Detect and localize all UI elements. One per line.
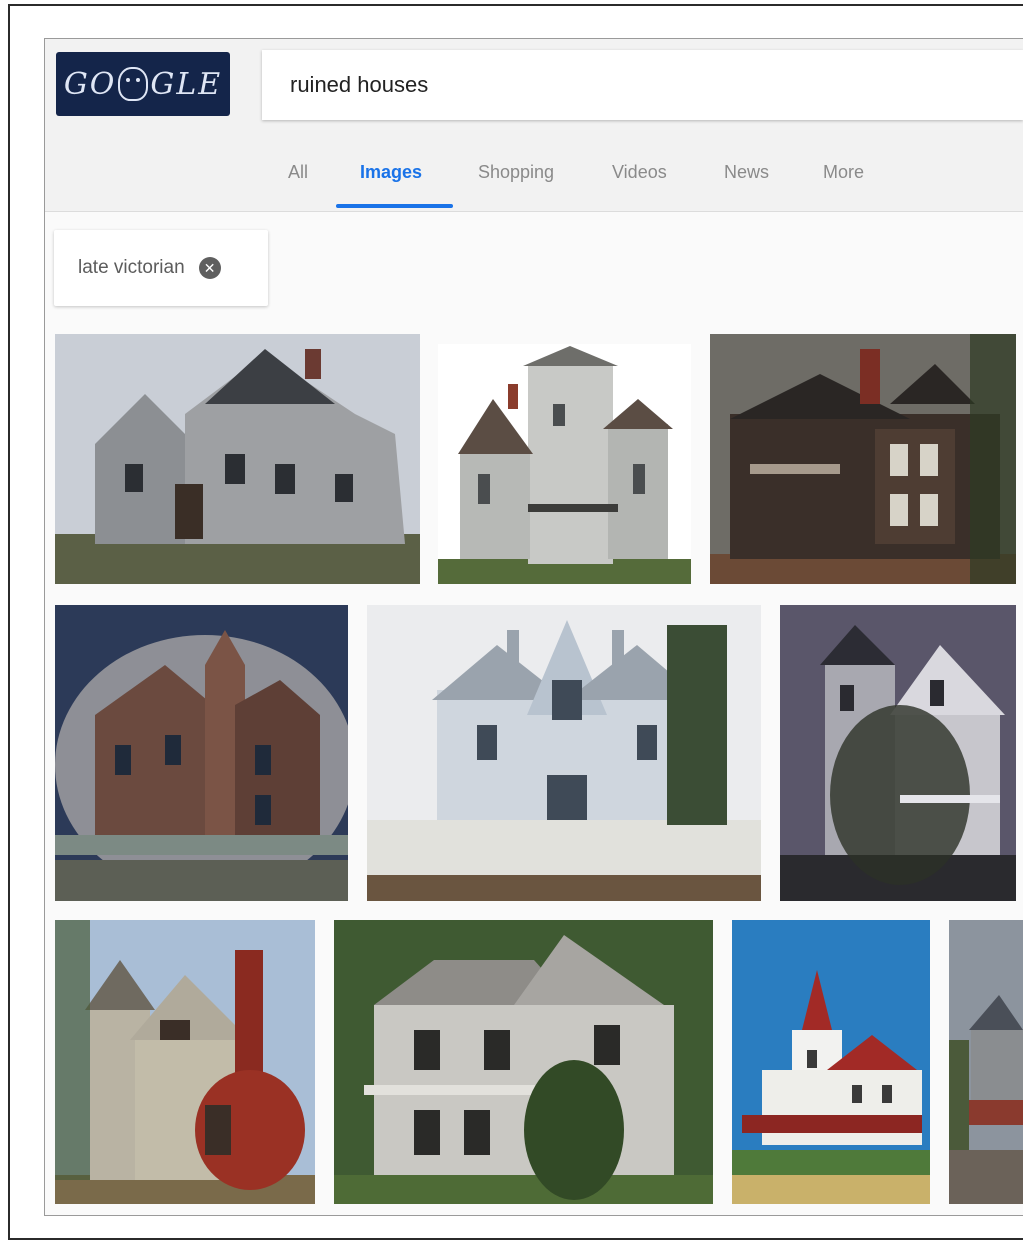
image-result[interactable] — [55, 920, 315, 1204]
image-result[interactable] — [732, 920, 930, 1204]
house-image-1 — [55, 334, 420, 584]
logo-text-left: GO — [63, 66, 117, 102]
image-result[interactable] — [55, 334, 420, 584]
tab-shopping[interactable]: Shopping — [478, 162, 554, 183]
image-result[interactable] — [949, 920, 1023, 1204]
tab-more[interactable]: More — [823, 162, 864, 183]
search-box[interactable] — [262, 50, 1023, 120]
tab-videos[interactable]: Videos — [612, 162, 667, 183]
tab-images[interactable]: Images — [360, 162, 422, 183]
filter-chip-label: late victorian — [78, 257, 185, 278]
house-image-4 — [55, 605, 348, 901]
search-input[interactable] — [288, 71, 972, 99]
image-result[interactable] — [438, 344, 691, 584]
house-image-7 — [55, 920, 315, 1204]
google-doodle-logo[interactable]: GO GLE — [56, 52, 230, 116]
image-result[interactable] — [710, 334, 1016, 584]
house-image-5 — [367, 605, 761, 901]
logo-text-right: GLE — [150, 66, 223, 102]
house-image-3 — [710, 334, 1016, 584]
house-image-2 — [438, 344, 691, 584]
house-image-8 — [334, 920, 713, 1204]
doodle-face-icon — [118, 67, 149, 101]
image-result[interactable] — [55, 605, 348, 901]
image-result[interactable] — [367, 605, 761, 901]
house-image-10 — [949, 920, 1023, 1204]
image-result[interactable] — [780, 605, 1016, 901]
tab-all[interactable]: All — [288, 162, 308, 183]
house-image-9 — [732, 920, 930, 1204]
tab-news[interactable]: News — [724, 162, 769, 183]
active-tab-indicator — [336, 204, 453, 208]
filter-chip-late-victorian[interactable]: late victorian ✕ — [54, 230, 268, 306]
house-image-6 — [780, 605, 1016, 901]
image-result[interactable] — [334, 920, 713, 1204]
close-circle-icon[interactable]: ✕ — [198, 257, 221, 279]
